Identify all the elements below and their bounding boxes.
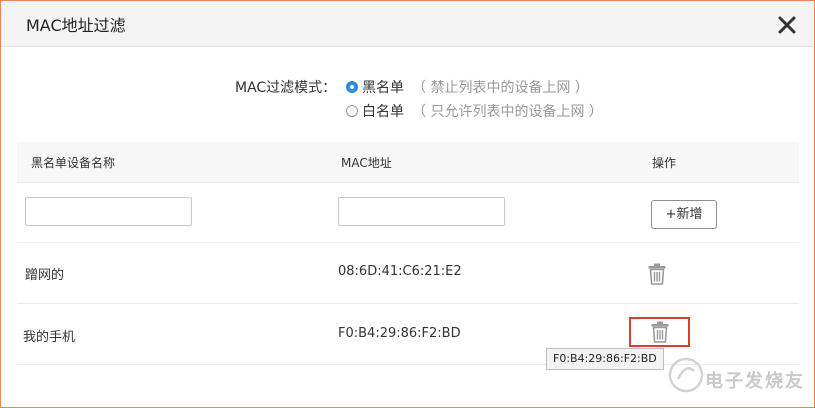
mac-address-input[interactable] (338, 197, 505, 226)
radio-unselected-icon[interactable] (346, 105, 358, 117)
row-device-name: 我的手机 (23, 330, 76, 345)
delete-button-highlight (629, 317, 690, 347)
header-device-name: 黑名单设备名称 (31, 156, 116, 170)
radio-blacklist[interactable]: 黑名单 （ 禁止列表中的设备上网 ） (346, 77, 589, 97)
radio-whitelist[interactable]: 白名单 （ 只允许列表中的设备上网 ） (346, 101, 603, 121)
device-name-input[interactable] (25, 197, 192, 226)
mac-filter-dialog: MAC地址过滤 MAC过滤模式： 黑名单 （ 禁止列表中的设备上网 ） 白名单 … (0, 0, 815, 408)
radio-selected-icon[interactable] (346, 81, 358, 93)
radio-blacklist-hint: （ 禁止列表中的设备上网 ） (412, 80, 589, 96)
radio-blacklist-label: 黑名单 (362, 80, 404, 96)
radio-whitelist-hint: （ 只允许列表中的设备上网 ） (412, 104, 603, 120)
header-action: 操作 (652, 156, 677, 170)
filter-mode-label: MAC过滤模式： (235, 80, 337, 96)
header-mac-address: MAC地址 (341, 156, 392, 170)
dialog-title: MAC地址过滤 (26, 16, 126, 35)
mac-tooltip: F0:B4:29:86:F2:BD (546, 348, 664, 370)
row-mac-address: 08:6D:41:C6:21:E2 (338, 264, 462, 279)
table-header: 黑名单设备名称 MAC地址 操作 (17, 142, 799, 183)
trash-icon[interactable] (648, 263, 666, 285)
table-row: 蹭网的 08:6D:41:C6:21:E2 (17, 243, 799, 304)
watermark-text: 电子发烧友 (705, 371, 805, 392)
dialog-titlebar: MAC地址过滤 (1, 1, 814, 47)
add-button[interactable]: +新增 (651, 200, 717, 229)
row-mac-address: F0:B4:29:86:F2:BD (338, 326, 461, 341)
row-device-name: 蹭网的 (25, 268, 65, 283)
new-entry-row: +新增 (17, 183, 799, 243)
radio-whitelist-label: 白名单 (362, 104, 404, 120)
close-icon[interactable] (777, 15, 797, 35)
